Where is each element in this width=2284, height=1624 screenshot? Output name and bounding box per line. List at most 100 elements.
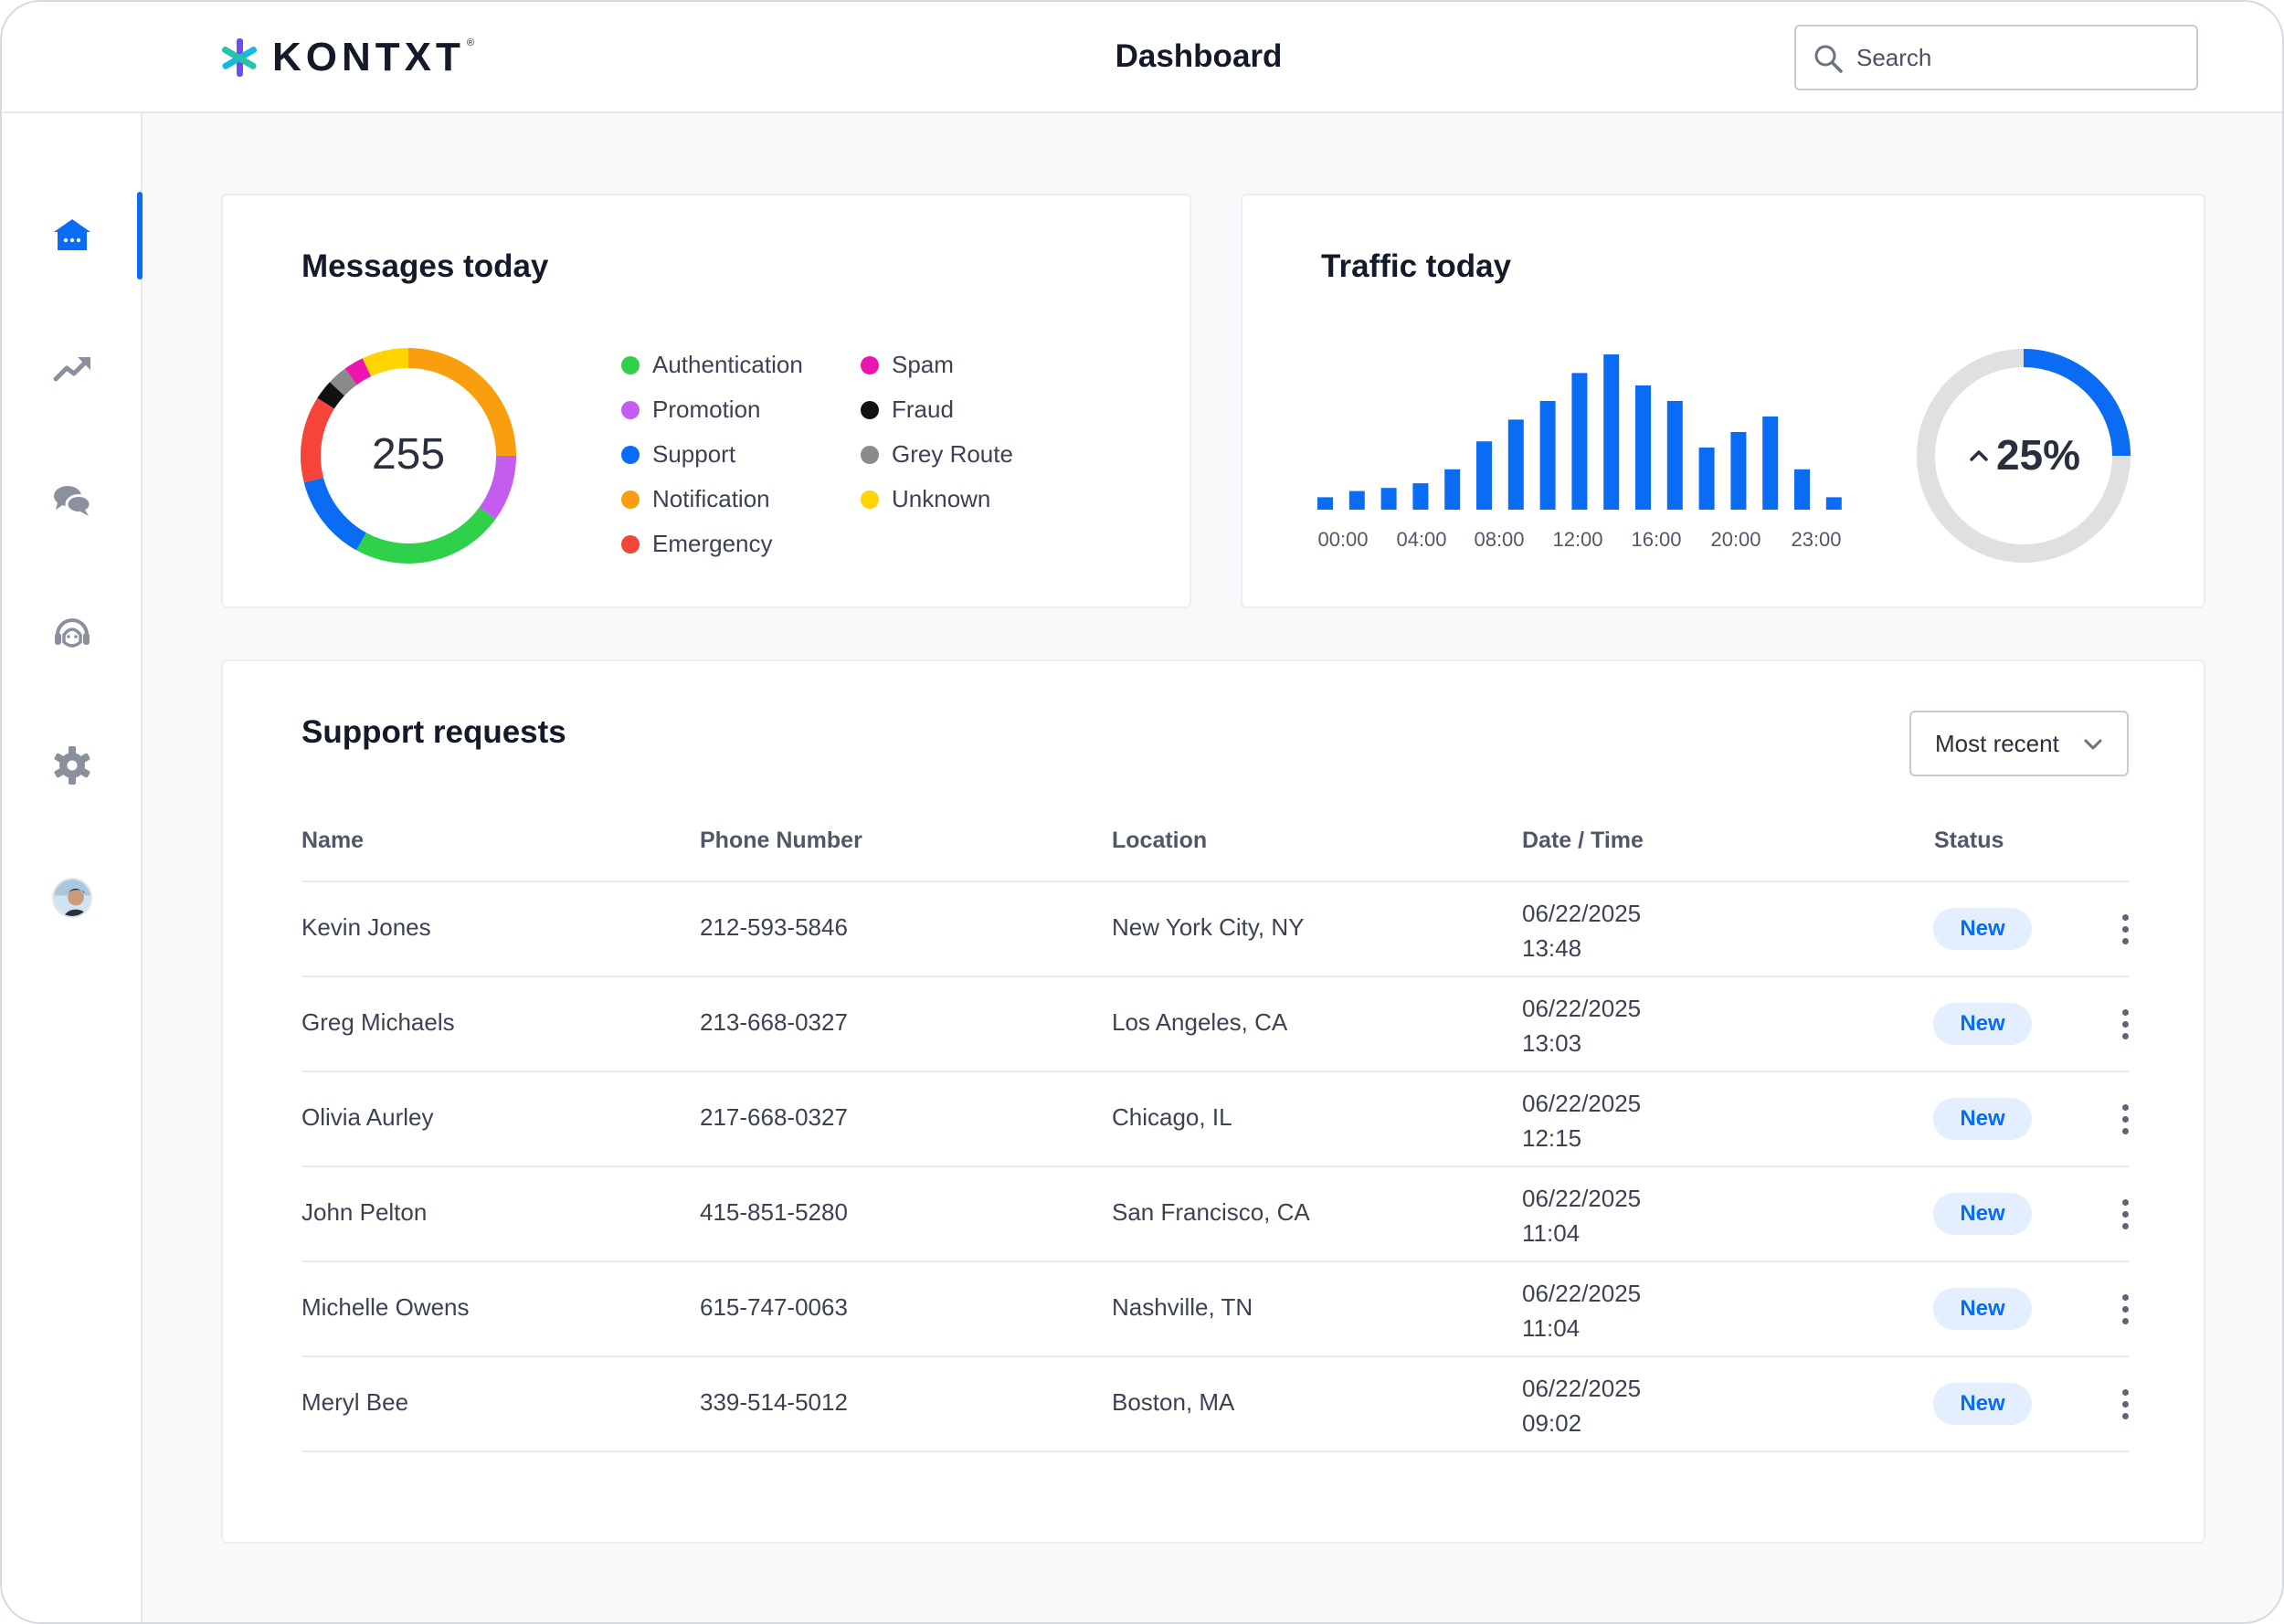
table-row[interactable]: Michelle Owens 615-747-0063 Nashville, T… <box>301 1262 2129 1357</box>
traffic-bar-11:00 <box>1666 401 1683 510</box>
row-time: 13:48 <box>1522 934 1582 962</box>
legend-item-notification: Notification <box>621 485 770 513</box>
row-name: Olivia Aurley <box>301 1103 434 1131</box>
search-icon <box>1814 45 1843 73</box>
app-window: KONTXT ® Dashboard Search Messages today… <box>0 0 2284 1624</box>
legend-dot <box>861 355 879 374</box>
row-menu-icon[interactable] <box>2111 1194 2139 1234</box>
legend-label: Support <box>652 440 736 468</box>
row-datetime: 06/22/2025 13:48 <box>1522 896 1641 965</box>
column-header-location[interactable]: Location <box>1112 828 1207 854</box>
row-location: Chicago, IL <box>1112 1103 1232 1131</box>
row-date: 06/22/2025 <box>1522 1090 1642 1117</box>
donut-slice-fraud <box>317 382 345 409</box>
caret-up-icon <box>1970 450 1988 461</box>
page-title: Dashboard <box>1115 38 1283 74</box>
home-icon <box>54 219 90 250</box>
search-box[interactable] <box>1794 25 2198 90</box>
traffic-bar-02:00 <box>1380 488 1397 510</box>
column-header-status[interactable]: Status <box>1934 828 2004 854</box>
table-row[interactable]: John Pelton 415-851-5280 San Francisco, … <box>301 1167 2129 1262</box>
donut-slice-spam <box>344 358 372 385</box>
row-menu-icon[interactable] <box>2111 1099 2139 1139</box>
trending-up-icon <box>53 357 90 382</box>
sidebar-item-support[interactable] <box>2 589 143 677</box>
traffic-bar-00:00 <box>1317 497 1333 510</box>
row-name: Michelle Owens <box>301 1293 470 1321</box>
sidebar-item-settings[interactable] <box>2 722 143 809</box>
column-header-name[interactable]: Name <box>301 828 364 854</box>
row-menu-icon[interactable] <box>2111 1004 2139 1044</box>
legend-item-spam: Spam <box>861 351 954 379</box>
donut-slice-authentication <box>356 507 496 564</box>
traffic-axis-tick: 12:00 <box>1552 528 1602 551</box>
asterisk-logo-icon <box>221 38 258 77</box>
donut-slice-grey-route <box>329 368 357 396</box>
status-badge: New <box>1933 1003 2032 1045</box>
user-avatar-icon <box>54 880 90 916</box>
table-row[interactable]: Olivia Aurley 217-668-0327 Chicago, IL 0… <box>301 1072 2129 1167</box>
row-name: John Pelton <box>301 1198 428 1226</box>
table-row[interactable]: Greg Michaels 213-668-0327 Los Angeles, … <box>301 977 2129 1072</box>
row-location: Boston, MA <box>1112 1388 1235 1416</box>
row-menu-icon[interactable] <box>2111 909 2139 949</box>
legend-item-unknown: Unknown <box>861 485 990 513</box>
table-row[interactable]: Meryl Bee 339-514-5012 Boston, MA 06/22/… <box>301 1357 2129 1452</box>
sidebar-item-profile[interactable] <box>2 854 143 942</box>
traffic-axis-tick: 04:00 <box>1396 528 1446 551</box>
sidebar-item-analytics[interactable] <box>2 324 143 412</box>
search-input[interactable] <box>1856 37 2185 78</box>
messages-card-title: Messages today <box>301 248 549 284</box>
legend-item-support: Support <box>621 440 735 469</box>
row-phone: 415-851-5280 <box>700 1198 848 1226</box>
traffic-bar-07:00 <box>1539 401 1556 510</box>
status-badge: New <box>1933 1383 2032 1425</box>
legend-label: Notification <box>652 485 770 512</box>
row-datetime: 06/22/2025 11:04 <box>1522 1276 1641 1345</box>
legend-label: Grey Route <box>892 440 1013 468</box>
support-card-title: Support requests <box>301 714 566 750</box>
sort-dropdown[interactable]: Most recent <box>1909 711 2129 776</box>
column-header-datetime[interactable]: Date / Time <box>1522 828 1644 854</box>
traffic-bar-01:00 <box>1348 490 1365 510</box>
donut-slice-support <box>303 477 367 551</box>
legend-label: Emergency <box>652 530 773 557</box>
traffic-bar-15:00 <box>1794 469 1810 510</box>
legend-dot <box>861 445 879 464</box>
row-location: Nashville, TN <box>1112 1293 1253 1321</box>
row-date: 06/22/2025 <box>1522 995 1642 1022</box>
sidebar-item-home[interactable] <box>2 192 143 279</box>
traffic-axis-tick: 23:00 <box>1791 528 1841 551</box>
row-menu-icon[interactable] <box>2111 1289 2139 1329</box>
legend-dot <box>621 445 640 464</box>
traffic-bar-14:00 <box>1762 417 1779 510</box>
sidebar-item-messages[interactable] <box>2 457 143 544</box>
headset-agent-icon <box>55 618 90 648</box>
legend-dot <box>861 490 879 509</box>
table-row[interactable]: Kevin Jones 212-593-5846 New York City, … <box>301 882 2129 977</box>
legend-dot <box>621 400 640 419</box>
kontxt-logo[interactable]: KONTXT ® <box>219 35 474 79</box>
messages-total: 255 <box>371 430 446 479</box>
legend-dot <box>621 355 640 374</box>
column-header-phone[interactable]: Phone Number <box>700 828 862 854</box>
status-badge: New <box>1933 908 2032 950</box>
legend-label: Fraud <box>892 395 954 423</box>
row-phone: 213-668-0327 <box>700 1008 848 1036</box>
row-date: 06/22/2025 <box>1522 900 1642 927</box>
legend-label: Unknown <box>892 485 991 512</box>
traffic-bar-16:00 <box>1825 497 1842 510</box>
row-time: 11:04 <box>1522 1219 1581 1247</box>
sidebar <box>2 113 143 1622</box>
traffic-bar-13:00 <box>1730 432 1747 510</box>
traffic-today-card: Traffic today 00:00 04:00 08:00 12:00 16:00 2… <box>1241 194 2205 608</box>
row-phone: 339-514-5012 <box>700 1388 848 1416</box>
traffic-percent-label: 25% <box>1995 431 2081 479</box>
logo-wordmark: KONTXT <box>272 35 465 79</box>
row-datetime: 06/22/2025 09:02 <box>1522 1371 1641 1440</box>
row-time: 12:15 <box>1522 1124 1582 1152</box>
row-time: 13:03 <box>1522 1029 1582 1057</box>
row-date: 06/22/2025 <box>1522 1375 1642 1402</box>
row-menu-icon[interactable] <box>2111 1384 2139 1424</box>
legend-item-grey-route: Grey Route <box>861 440 1013 469</box>
